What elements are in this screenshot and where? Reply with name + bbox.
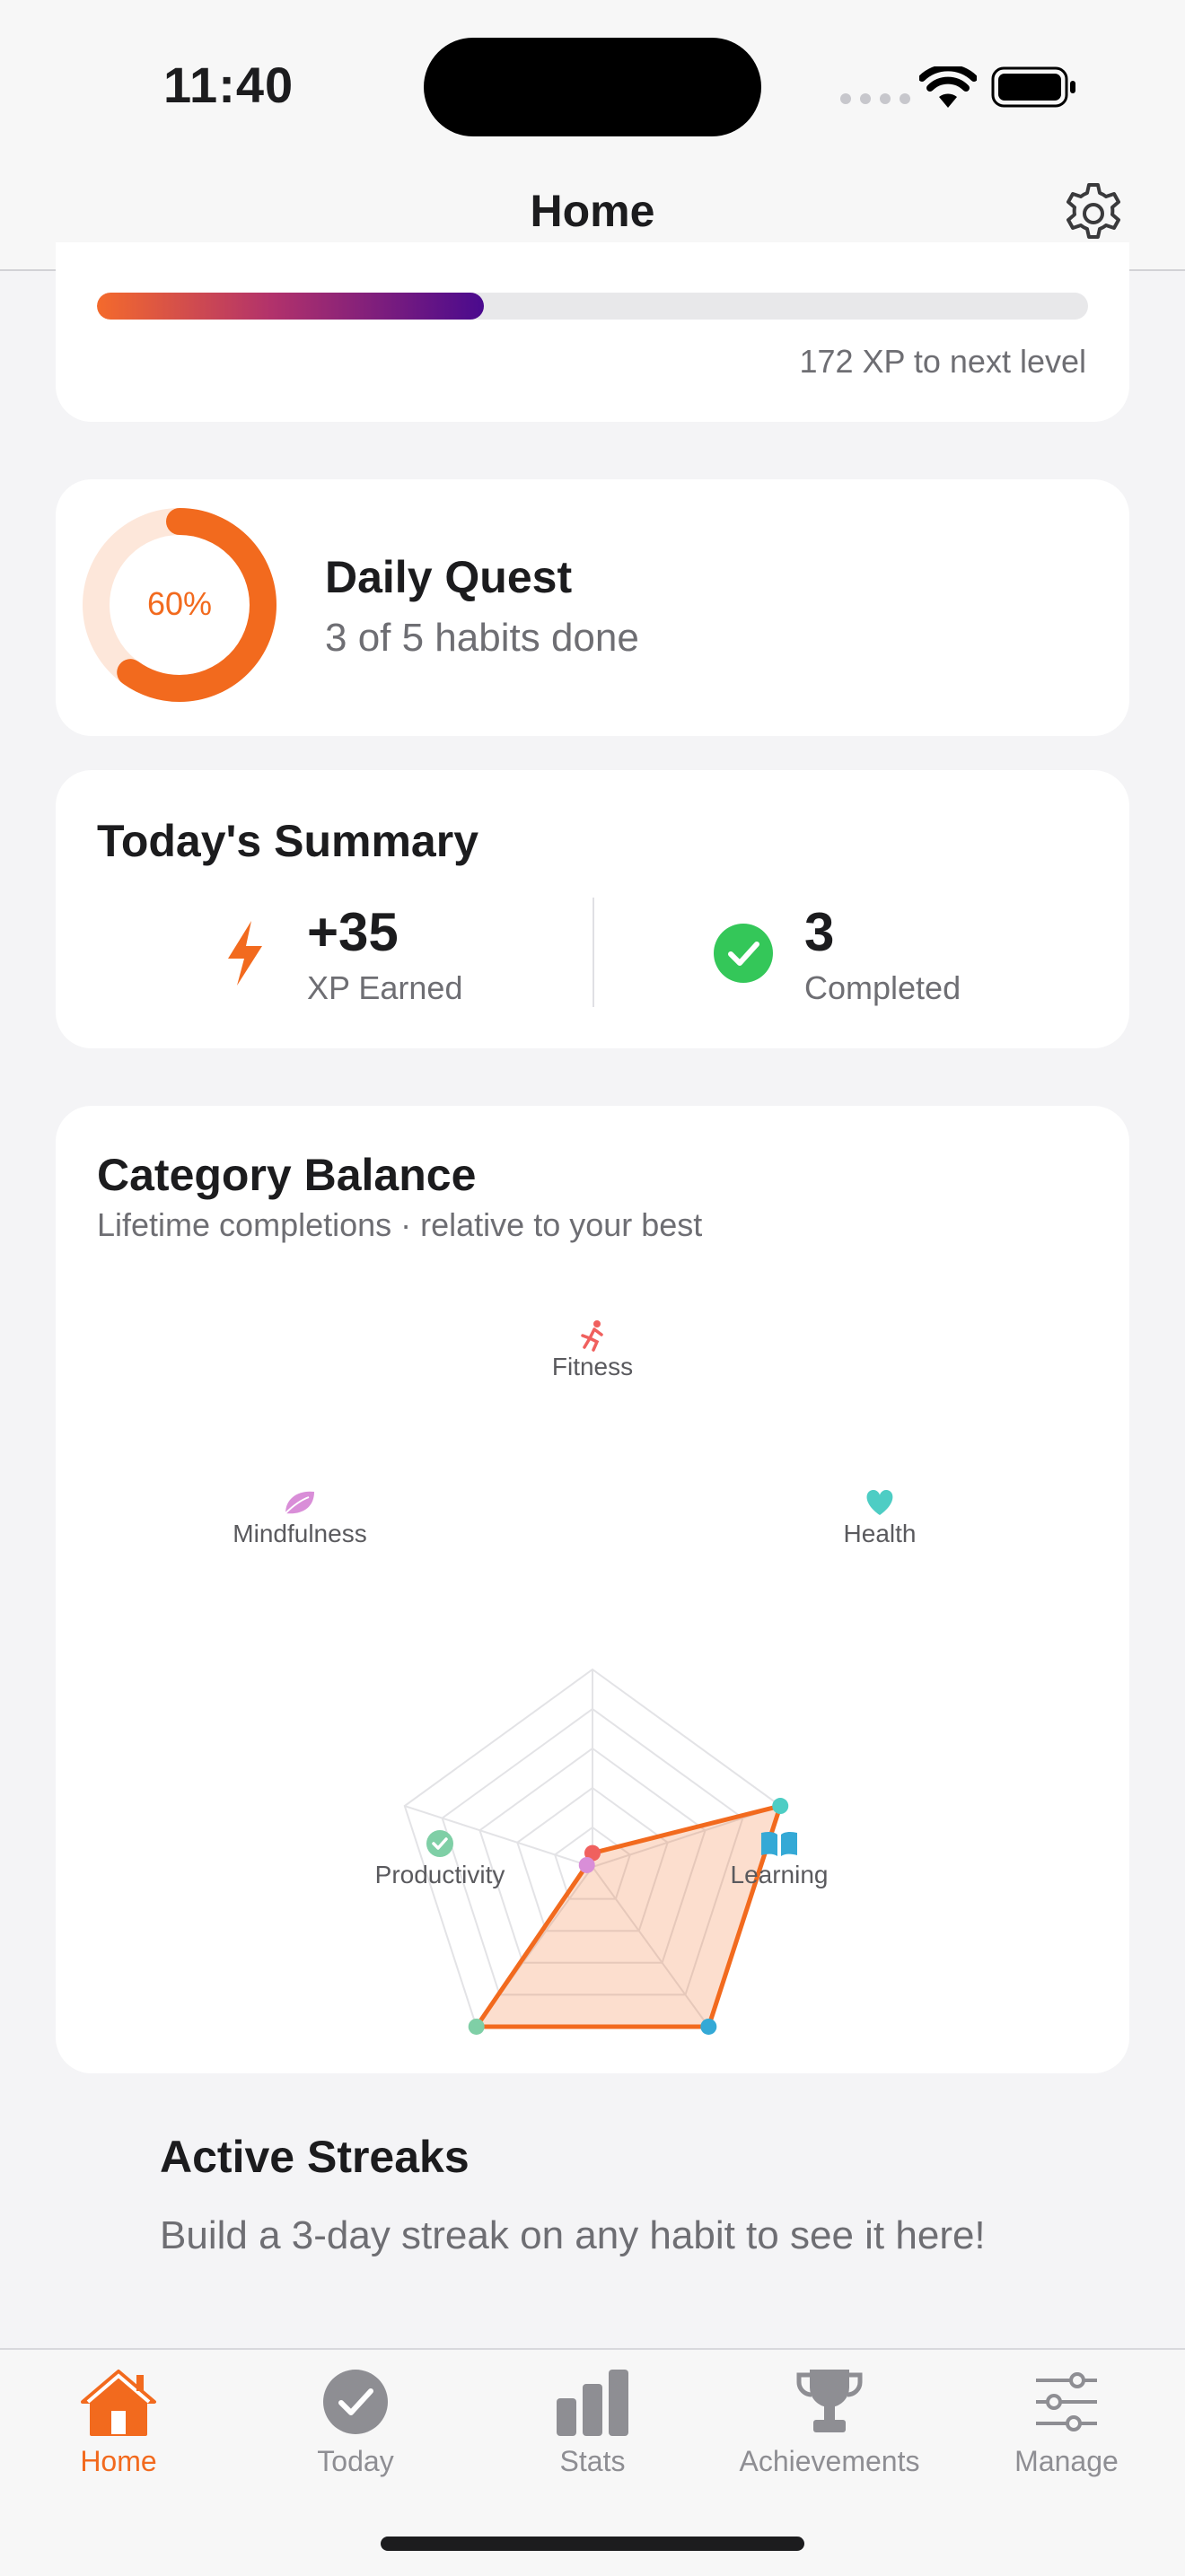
settings-gear-icon[interactable] [1059,180,1128,248]
radar-point-mindfulness [578,1856,595,1873]
page-title: Home [530,186,655,236]
daily-quest-percent: 60% [146,585,213,622]
radar-axis-label-mindfulness: Mindfulness [233,1520,366,1547]
xp-progress-card: 172 XP to next level [56,242,1129,422]
tab-label: Achievements [739,2445,920,2477]
tab-stats[interactable]: Stats [474,2366,711,2510]
house-icon [81,2370,156,2436]
tab-label: Home [80,2445,157,2477]
summary-title: Today's Summary [97,816,478,866]
completed-label: Completed [804,969,961,1006]
todays-summary-card: Today's Summary +35 XP Earned 3 Complete… [56,770,1129,1048]
heart-icon [866,1490,893,1515]
sliders-icon [1036,2372,1097,2431]
lightning-bolt-icon [228,921,262,986]
tab-label: Stats [559,2445,626,2477]
radar-axis-label-health: Health [844,1520,917,1547]
radar-point-productivity [468,2018,485,2035]
wifi-icon [919,66,977,108]
running-icon [581,1320,603,1352]
daily-quest-card[interactable]: 60% Daily Quest 3 of 5 habits done [56,479,1129,736]
check-circle-icon [426,1830,453,1857]
battery-icon [991,66,1075,108]
home-indicator [381,2537,804,2551]
daily-quest-subtitle: 3 of 5 habits done [325,616,639,660]
xp-progress-bar [97,293,1088,320]
dynamic-island [424,38,761,136]
xp-next-level-text: 172 XP to next level [799,343,1086,380]
category-radar-chart: Fitness Health Learning Productivity Mindful… [233,1320,917,2035]
radar-point-learning [700,2018,717,2035]
tab-today[interactable]: Today [237,2366,474,2510]
tab-label: Manage [1014,2445,1119,2477]
status-time: 11:40 [163,57,294,113]
checkmark-circle-icon [714,924,773,983]
completed-value: 3 [804,902,835,962]
tab-home[interactable]: Home [0,2366,237,2510]
category-balance-card: Category Balance Lifetime completions · … [56,1106,1129,2073]
summary-divider [592,898,594,1007]
tab-label: Today [317,2445,394,2477]
book-icon [761,1831,797,1856]
active-streaks-empty-message: Build a 3-day streak on any habit to see… [160,2213,986,2257]
active-streaks-title: Active Streaks [160,2132,470,2182]
bar-chart-icon [557,2370,628,2436]
radar-point-health [772,1798,789,1815]
tab-achievements[interactable]: Achievements [711,2366,948,2510]
radar-axis-label-productivity: Productivity [375,1861,505,1888]
trophy-icon [796,2370,863,2432]
tab-manage[interactable]: Manage [948,2366,1185,2510]
radar-axis-label-learning: Learning [731,1861,829,1888]
xp-earned-value: +35 [307,902,399,962]
radar-axis-label-fitness: Fitness [552,1353,633,1380]
daily-quest-title: Daily Quest [325,552,573,602]
check-circle-icon [323,2370,388,2434]
cellular-signal-icon [840,93,910,104]
xp-progress-fill [97,293,484,320]
xp-earned-label: XP Earned [307,969,463,1006]
leaf-icon [285,1491,314,1514]
